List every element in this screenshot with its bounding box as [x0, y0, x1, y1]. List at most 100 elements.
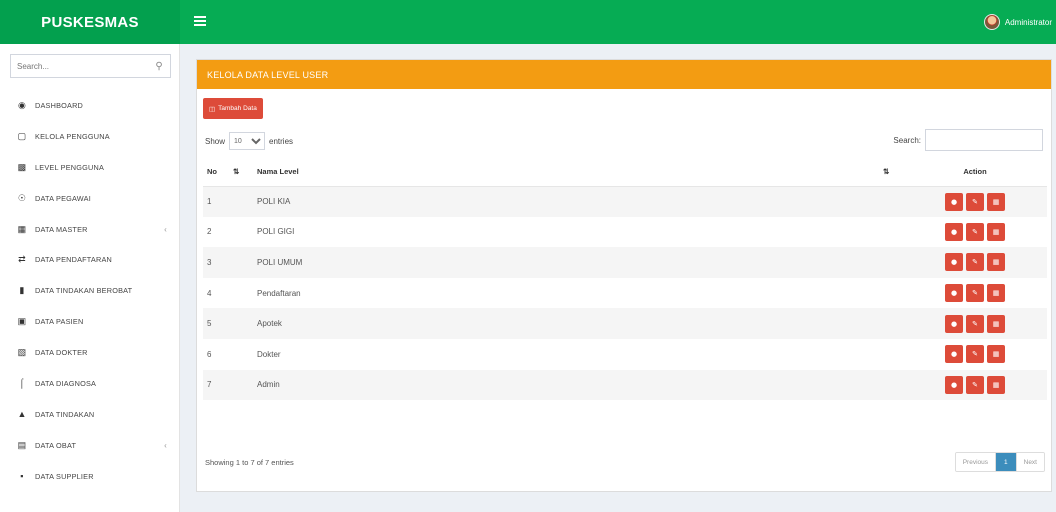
- table-row: 5 Apotek ● ✎ ▦: [203, 308, 1047, 339]
- sidebar-search-input[interactable]: [11, 55, 148, 77]
- row-spacer: [233, 308, 247, 339]
- sidebar-item-data-pendaftaran[interactable]: ⇄ DATA PENDAFTARAN: [0, 244, 179, 275]
- sidebar-toggle-icon[interactable]: [194, 14, 206, 28]
- delete-button[interactable]: ▦: [987, 345, 1005, 364]
- stethoscope-icon: ⌠: [19, 378, 25, 389]
- column-header-no[interactable]: No: [203, 158, 233, 187]
- row-spacer: [883, 247, 903, 278]
- eye-icon: ●: [950, 227, 958, 236]
- trash-icon: ▦: [992, 319, 1000, 328]
- table-row: 3 POLI UMUM ● ✎ ▦: [203, 247, 1047, 278]
- view-button[interactable]: ●: [945, 192, 963, 211]
- edit-icon: ✎: [972, 380, 978, 389]
- delete-button[interactable]: ▦: [987, 192, 1005, 211]
- sidebar-item-data-pegawai[interactable]: ☉ DATA PEGAWAI: [0, 183, 179, 214]
- sort-icon[interactable]: ⇅: [233, 158, 247, 187]
- row-spacer: [233, 217, 247, 248]
- search-label: Search:: [893, 135, 921, 145]
- action-buttons: ● ✎ ▦: [945, 222, 1005, 241]
- view-button[interactable]: ●: [945, 345, 963, 364]
- sort-icon[interactable]: ⇅: [883, 158, 903, 187]
- panel-title: KELOLA DATA LEVEL USER: [197, 60, 1051, 89]
- sidebar-item-label: DATA SUPPLIER: [35, 471, 94, 481]
- delete-button[interactable]: ▦: [987, 284, 1005, 303]
- sidebar-item-label: DATA PEGAWAI: [35, 193, 91, 203]
- sidebar-item-label: DATA MASTER: [35, 224, 88, 234]
- sidebar-item-data-obat[interactable]: ▤ DATA OBAT ‹: [0, 430, 179, 461]
- delete-button[interactable]: ▦: [987, 253, 1005, 272]
- action-buttons: ● ✎ ▦: [945, 253, 1005, 272]
- row-level-name: Pendaftaran: [257, 288, 301, 298]
- edit-icon: ✎: [972, 289, 978, 298]
- edit-button[interactable]: ✎: [966, 284, 984, 303]
- edit-button[interactable]: ✎: [966, 375, 984, 394]
- user-menu[interactable]: Administrator: [983, 0, 1056, 44]
- edit-button[interactable]: ✎: [966, 253, 984, 272]
- row-actions: ● ✎ ▦: [903, 308, 1047, 339]
- sidebar-item-data-master[interactable]: ▦ DATA MASTER ‹: [0, 214, 179, 245]
- edit-icon: ✎: [972, 350, 978, 359]
- chevron-left-icon: ‹: [164, 224, 167, 234]
- row-spacer: [883, 370, 903, 401]
- file-icon: ▢: [17, 130, 27, 141]
- entries-length-select[interactable]: 10: [229, 132, 266, 150]
- page-1-button[interactable]: 1: [995, 453, 1016, 471]
- column-header-name[interactable]: Nama Level: [247, 158, 883, 187]
- table-row: 6 Dokter ● ✎ ▦: [203, 339, 1047, 370]
- sidebar-item-label: KELOLA PENGGUNA: [35, 131, 110, 141]
- sidebar-item-dashboard[interactable]: ◉ DASHBOARD: [0, 90, 179, 121]
- table-row: 4 Pendaftaran ● ✎ ▦: [203, 278, 1047, 309]
- view-button[interactable]: ●: [945, 314, 963, 333]
- row-actions: ● ✎ ▦: [903, 247, 1047, 278]
- sidebar-item-data-tindakan[interactable]: ▲ DATA TINDAKAN: [0, 399, 179, 430]
- action-buttons: ● ✎ ▦: [945, 375, 1005, 394]
- search-icon[interactable]: ⚲: [148, 61, 170, 72]
- row-level-name: Apotek: [257, 319, 282, 329]
- edit-icon: ✎: [972, 258, 978, 267]
- edit-button[interactable]: ✎: [966, 222, 984, 241]
- view-button[interactable]: ●: [945, 375, 963, 394]
- sidebar-item-data-tindakan-berobat[interactable]: ▮ DATA TINDAKAN BEROBAT: [0, 275, 179, 306]
- action-buttons: ● ✎ ▦: [945, 284, 1005, 303]
- table-search-input[interactable]: [925, 129, 1043, 151]
- sidebar-item-data-pasien[interactable]: ▣ DATA PASIEN: [0, 306, 179, 337]
- delete-button[interactable]: ▦: [987, 375, 1005, 394]
- pagination: Previous 1 Next: [954, 452, 1045, 472]
- trash-icon: ▦: [992, 258, 1000, 267]
- sidebar-item-data-supplier[interactable]: ▪ DATA SUPPLIER: [0, 461, 179, 492]
- edit-button[interactable]: ✎: [966, 192, 984, 211]
- delete-button[interactable]: ▦: [987, 314, 1005, 333]
- row-actions: ● ✎ ▦: [903, 217, 1047, 248]
- brand-logo[interactable]: PUSKESMAS: [0, 0, 180, 44]
- edit-button[interactable]: ✎: [966, 314, 984, 333]
- sidebar-item-level-pengguna[interactable]: ▩ LEVEL PENGGUNA: [0, 152, 179, 183]
- column-header-action: Action: [903, 158, 1047, 187]
- sidebar-search: ⚲: [10, 54, 171, 78]
- edit-button[interactable]: ✎: [966, 345, 984, 364]
- sidebar-item-data-diagnosa[interactable]: ⌠ DATA DIAGNOSA: [0, 368, 179, 399]
- sidebar-item-kelola-pengguna[interactable]: ▢ KELOLA PENGGUNA: [0, 121, 179, 152]
- previous-page-button[interactable]: Previous: [955, 453, 995, 471]
- eye-icon: ●: [950, 197, 958, 206]
- sidebar-item-label: DATA TINDAKAN: [35, 409, 95, 419]
- edit-icon: ✎: [972, 319, 978, 328]
- id-card-icon: ▧: [17, 347, 27, 358]
- view-button[interactable]: ●: [945, 284, 963, 303]
- next-page-button[interactable]: Next: [1015, 453, 1044, 471]
- sidebar-item-label: DATA DOKTER: [35, 348, 88, 358]
- row-number: 5: [207, 319, 212, 329]
- sidebar-item-data-dokter[interactable]: ▧ DATA DOKTER: [0, 337, 179, 368]
- row-number: 1: [207, 197, 212, 207]
- sidebar-item-label: DATA DIAGNOSA: [35, 378, 97, 388]
- row-actions: ● ✎ ▦: [903, 186, 1047, 217]
- eye-icon: ●: [950, 258, 958, 267]
- row-level-name: POLI KIA: [257, 197, 291, 207]
- sidebar-item-label: DATA TINDAKAN BEROBAT: [35, 286, 133, 296]
- delete-button[interactable]: ▦: [987, 222, 1005, 241]
- add-data-button[interactable]: ◫ Tambah Data: [203, 98, 263, 119]
- view-button[interactable]: ●: [945, 222, 963, 241]
- table-info: Showing 1 to 7 of 7 entries: [205, 458, 294, 467]
- save-icon: ◫: [209, 105, 216, 113]
- view-button[interactable]: ●: [945, 253, 963, 272]
- truck-icon: ▪: [20, 471, 24, 482]
